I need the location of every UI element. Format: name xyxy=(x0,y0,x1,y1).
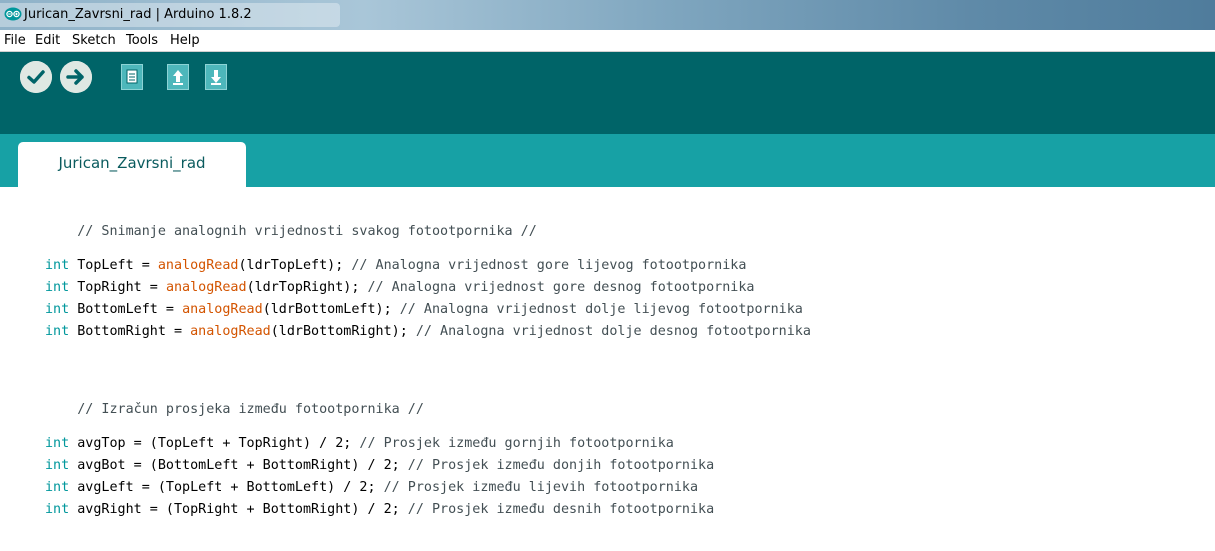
code-editor[interactable]: // Snimanje analognih vrijednosti svakog… xyxy=(0,187,1215,551)
code-comment: // Analogna vrijednost gore lijevog foto… xyxy=(343,258,747,273)
toolbar xyxy=(0,52,1215,134)
code-line: int avgTop = (TopLeft + TopRight) / 2; /… xyxy=(45,433,674,455)
code-function: analogRead xyxy=(157,258,239,273)
tab-strip: Jurican_Zavrsni_rad xyxy=(0,134,1215,187)
code-comment: // Analogna vrijednost dolje lijevog fot… xyxy=(391,302,803,317)
code-line: int avgBot = (BottomLeft + BottomRight) … xyxy=(45,455,714,477)
open-sketch-button[interactable] xyxy=(167,64,189,90)
save-sketch-button[interactable] xyxy=(205,64,227,90)
code-text: TopLeft = xyxy=(69,258,158,273)
code-keyword: int xyxy=(45,436,70,451)
menu-help[interactable]: Help xyxy=(170,30,200,52)
save-icon xyxy=(211,70,221,85)
code-keyword: int xyxy=(45,480,70,495)
code-text: (ldrTopRight); xyxy=(246,280,360,295)
code-keyword: int xyxy=(45,502,70,517)
upload-icon xyxy=(60,61,92,93)
code-line: int TopLeft = analogRead(ldrTopLeft); //… xyxy=(45,255,746,277)
code-text: avgLeft = (TopLeft + BottomLeft) / 2; xyxy=(69,480,376,495)
open-icon xyxy=(173,70,183,85)
code-comment: // Analogna vrijednost gore desnog fotoo… xyxy=(359,280,755,295)
new-icon xyxy=(126,69,138,84)
menu-tools[interactable]: Tools xyxy=(126,30,158,52)
code-keyword: int xyxy=(45,324,70,339)
code-keyword: int xyxy=(45,458,70,473)
code-comment: // Prosjek između gornjih fotootpornika xyxy=(351,436,674,451)
code-text: BottomLeft = xyxy=(69,302,183,317)
code-text: (ldrBottomLeft); xyxy=(262,302,392,317)
code-text: avgRight = (TopRight + BottomRight) / 2; xyxy=(69,502,400,517)
code-line: int BottomRight = analogRead(ldrBottomRi… xyxy=(45,321,811,343)
menu-file[interactable]: File xyxy=(4,30,26,52)
code-comment: // Prosjek između donjih fotootpornika xyxy=(399,458,715,473)
code-text: (ldrBottomRight); xyxy=(270,324,408,339)
code-keyword: int xyxy=(45,280,70,295)
code-comment: // Prosjek između lijevih fotootpornika xyxy=(375,480,699,495)
code-line: int avgLeft = (TopLeft + BottomLeft) / 2… xyxy=(45,477,698,499)
tab-label: Jurican_Zavrsni_rad xyxy=(58,154,206,172)
new-sketch-button[interactable] xyxy=(121,64,143,90)
code-text: avgTop = (TopLeft + TopRight) / 2; xyxy=(69,436,352,451)
code-text: BottomRight = xyxy=(69,324,191,339)
window-title-bar[interactable]: Jurican_Zavrsni_rad | Arduino 1.8.2 xyxy=(0,0,1215,30)
code-text: (ldrTopLeft); xyxy=(238,258,344,273)
code-function: analogRead xyxy=(165,280,247,295)
tab-sketch[interactable]: Jurican_Zavrsni_rad xyxy=(18,142,246,187)
code-function: analogRead xyxy=(190,324,271,339)
window-title: Jurican_Zavrsni_rad | Arduino 1.8.2 xyxy=(24,7,252,22)
code-keyword: int xyxy=(45,258,70,273)
upload-button[interactable] xyxy=(60,61,92,93)
code-line: int avgRight = (TopRight + BottomRight) … xyxy=(45,499,714,521)
verify-icon xyxy=(20,61,52,93)
code-function: analogRead xyxy=(182,302,263,317)
code-text: TopRight = xyxy=(69,280,166,295)
menu-sketch[interactable]: Sketch xyxy=(72,30,116,52)
menu-bar: File Edit Sketch Tools Help xyxy=(0,30,1215,52)
code-comment: // Snimanje analognih vrijednosti svakog… xyxy=(77,224,537,239)
code-line: // Izračun prosjeka između fotootpornika… xyxy=(45,377,424,417)
verify-button[interactable] xyxy=(20,61,52,93)
menu-edit[interactable]: Edit xyxy=(35,30,60,52)
code-line: int TopRight = analogRead(ldrTopRight); … xyxy=(45,277,754,299)
code-text: avgBot = (BottomLeft + BottomRight) / 2; xyxy=(69,458,400,473)
code-comment: // Analogna vrijednost dolje desnog foto… xyxy=(407,324,811,339)
code-comment: // Izračun prosjeka između fotootpornika… xyxy=(77,402,424,417)
code-keyword: int xyxy=(45,302,70,317)
arduino-logo-icon xyxy=(4,7,22,21)
code-comment: // Prosjek između desnih fotootpornika xyxy=(399,502,715,517)
code-line: int BottomLeft = analogRead(ldrBottomLef… xyxy=(45,299,803,321)
code-line: // Snimanje analognih vrijednosti svakog… xyxy=(45,199,537,239)
